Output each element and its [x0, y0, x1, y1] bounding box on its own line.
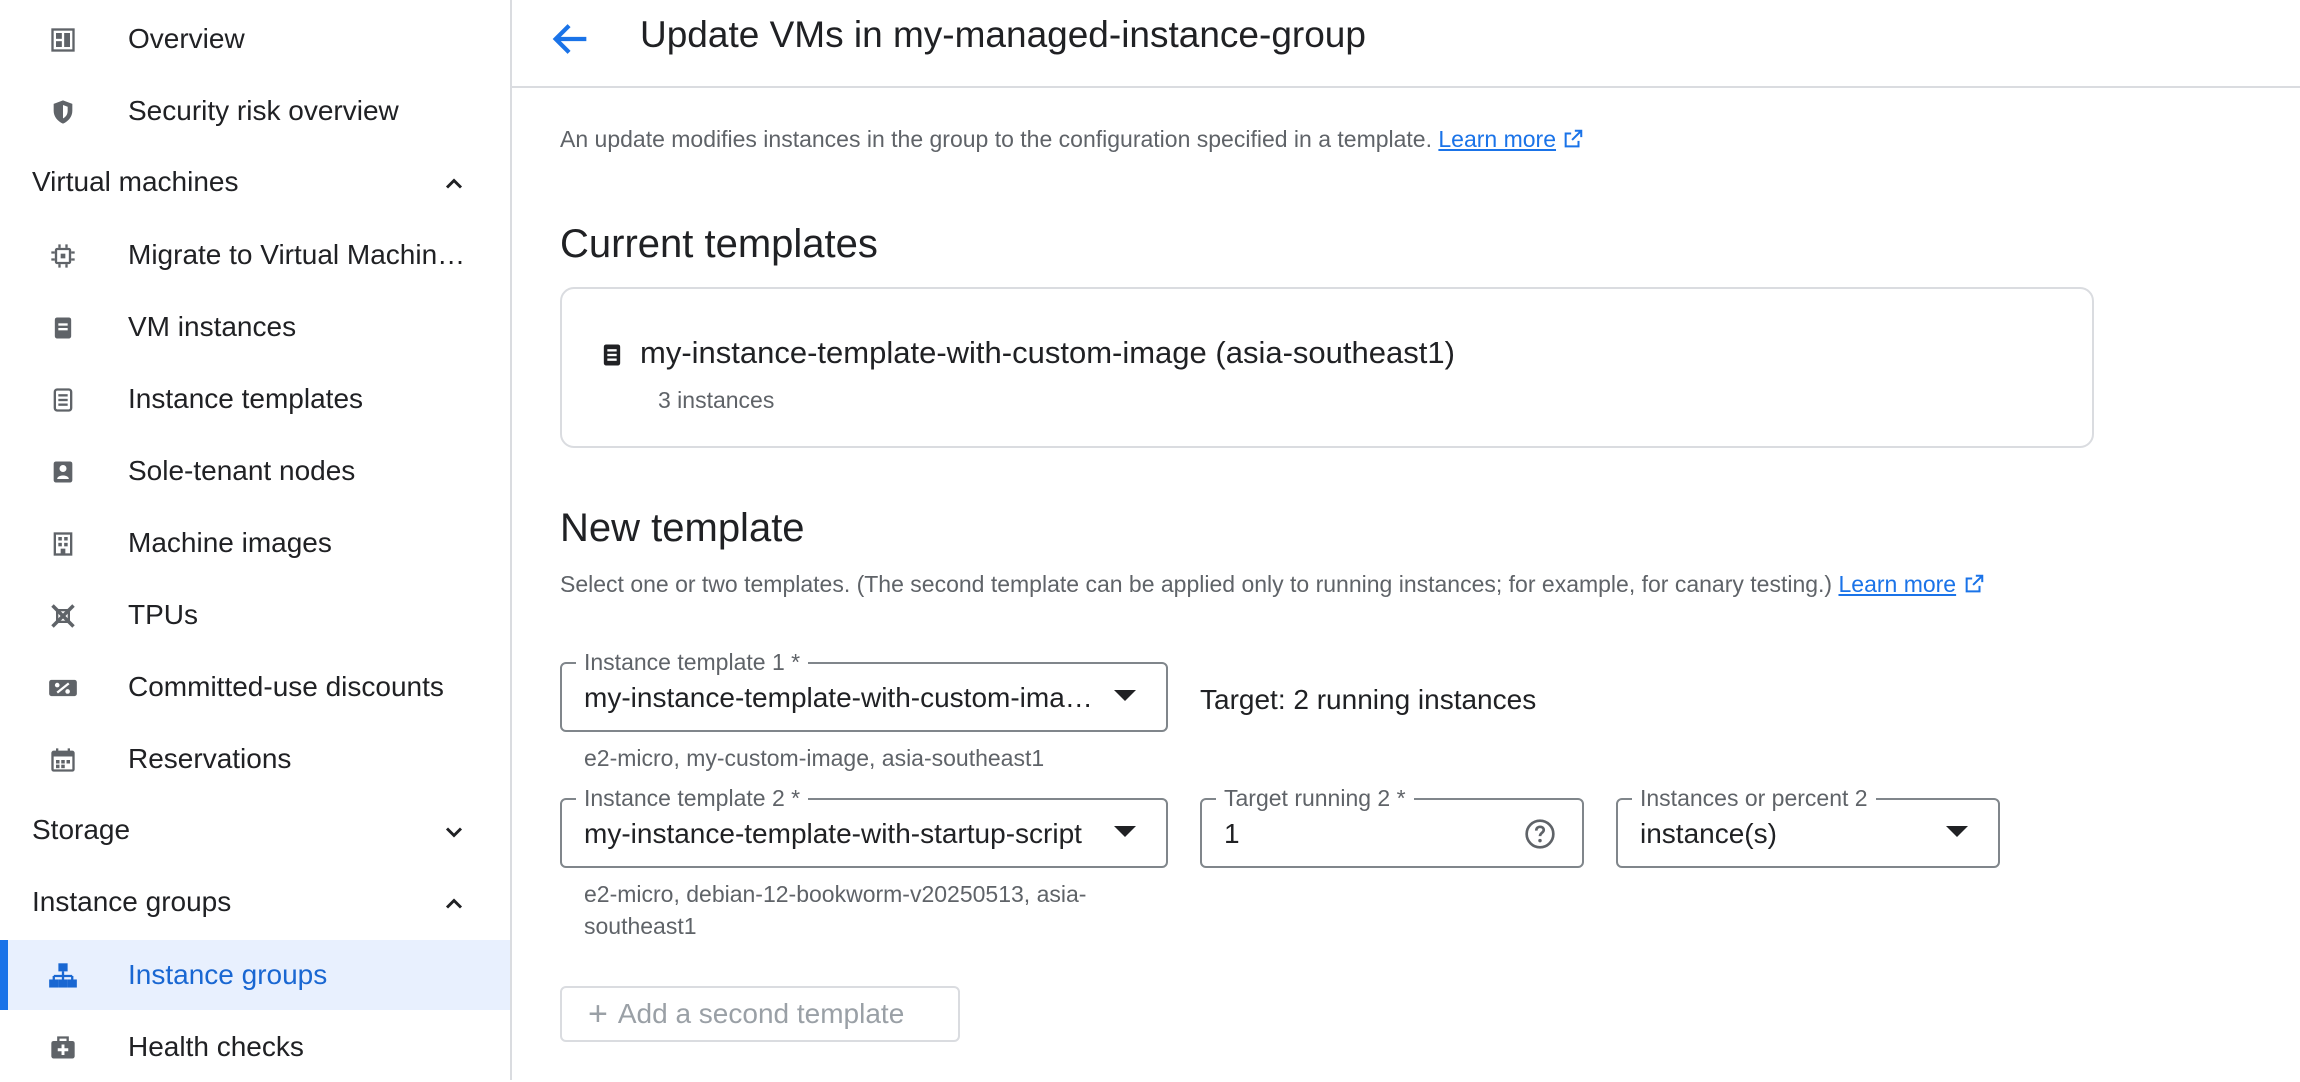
template-icon [48, 385, 78, 415]
sidebar-item-label: Migrate to Virtual Machin… [128, 239, 466, 270]
sidebar-item-label: Health checks [128, 1031, 304, 1062]
dashboard-icon [48, 25, 78, 55]
dropdown-arrow-icon [1946, 826, 1968, 837]
section-storage[interactable]: Storage [0, 796, 510, 866]
sidebar-item-tpus[interactable]: TPUs [0, 580, 510, 650]
chevron-up-icon [440, 170, 468, 198]
new-template-description-text: Select one or two templates. (The second… [560, 571, 1833, 597]
section-virtual-machines[interactable]: Virtual machines [0, 148, 510, 218]
sidebar-item-security-risk-overview[interactable]: Security risk overview [0, 76, 510, 146]
plus-icon: + [588, 995, 608, 1033]
dropdown-arrow-icon [1114, 826, 1136, 837]
help-icon[interactable] [1524, 818, 1556, 850]
field-label: Instance template 2 * [576, 785, 809, 812]
calendar-icon [48, 745, 78, 775]
intro-text: An update modifies instances in the grou… [560, 126, 1584, 153]
section-title: Instance groups [32, 886, 232, 917]
section-title: Storage [32, 814, 131, 845]
sidebar: Overview Security risk overview Virtual … [0, 0, 512, 1080]
page-title: Update VMs in my-managed-instance-group [640, 14, 1366, 55]
field-value: my-instance-template-with-custom-image [584, 682, 1094, 713]
sidebar-item-vm-instances[interactable]: VM instances [0, 292, 510, 362]
sidebar-item-label: Machine images [128, 527, 332, 558]
sidebar-item-label: Overview [128, 23, 245, 54]
field-label: Target running 2 * [1216, 785, 1414, 812]
field-value: 1 [1224, 818, 1240, 849]
target-running-text: Target: 2 running instances [1200, 684, 1537, 715]
machine-image-icon [48, 529, 78, 559]
current-template-name: my-instance-template-with-custom-image (… [640, 335, 1455, 370]
sidebar-item-label: VM instances [128, 311, 297, 342]
add-button-label: Add a second template [617, 998, 905, 1029]
current-template-count: 3 instances [658, 387, 775, 413]
sidebar-item-instance-groups[interactable]: Instance groups [0, 940, 510, 1010]
percent-icon [48, 673, 78, 703]
section-instance-groups[interactable]: Instance groups [0, 868, 510, 938]
sidebar-item-label: Instance groups [128, 959, 328, 990]
sidebar-item-label: Sole-tenant nodes [128, 455, 356, 486]
intro-description: An update modifies instances in the grou… [560, 126, 1432, 152]
sidebar-item-label: TPUs [128, 599, 198, 630]
sidebar-item-sole-tenant-nodes[interactable]: Sole-tenant nodes [0, 436, 510, 506]
section-title: Virtual machines [32, 166, 239, 197]
external-link-icon [1965, 574, 1983, 593]
sidebar-item-committed-use-discounts[interactable]: Committed-use discounts [0, 652, 510, 722]
sidebar-item-label: Security risk overview [128, 95, 399, 126]
external-link-icon [1565, 129, 1583, 148]
dropdown-arrow-icon [1114, 690, 1136, 701]
instance-template-1-select[interactable]: Instance template 1 * my-instance-templa… [560, 649, 1168, 732]
template-2-hint-line: e2-micro, debian-12-bookworm-v20250513, … [584, 881, 1087, 907]
new-template-heading: New template [560, 506, 805, 550]
target-running-2-input[interactable]: Target running 2 * 1 [1200, 785, 1584, 868]
field-value: my-instance-template-with-startup-script [584, 818, 1082, 849]
arrow-back-icon [552, 24, 587, 54]
current-templates-heading: Current templates [560, 222, 878, 266]
add-second-template-button[interactable]: + Add a second template [560, 986, 960, 1042]
learn-more-link[interactable]: Learn more [1438, 126, 1556, 152]
sidebar-item-reservations[interactable]: Reservations [0, 724, 510, 794]
sidebar-item-label: Reservations [128, 743, 292, 774]
instance-template-2-select[interactable]: Instance template 2 * my-instance-templa… [560, 785, 1168, 868]
sidebar-item-label: Instance templates [128, 383, 364, 414]
chevron-up-icon [440, 890, 468, 918]
vm-instance-icon [48, 313, 78, 343]
migrate-chip-icon [48, 241, 78, 271]
template-2-hint-line: southeast1 [584, 913, 697, 939]
sidebar-item-machine-images[interactable]: Machine images [0, 508, 510, 578]
sidebar-item-migrate[interactable]: Migrate to Virtual Machin… [0, 220, 510, 290]
new-template-description: Select one or two templates. (The second… [560, 571, 1985, 598]
learn-more-link[interactable]: Learn more [1838, 571, 1956, 597]
instances-or-percent-2-select[interactable]: Instances or percent 2 instance(s) [1616, 785, 2000, 868]
sidebar-item-overview[interactable]: Overview [0, 4, 510, 74]
field-label: Instance template 1 * [576, 649, 809, 676]
instance-groups-icon [48, 961, 78, 991]
back-button[interactable] [548, 16, 594, 62]
tpu-icon [48, 601, 78, 631]
sole-tenant-icon [48, 457, 78, 487]
template-icon [598, 341, 628, 371]
sidebar-item-health-checks[interactable]: Health checks [0, 1012, 510, 1082]
current-template-card: my-instance-template-with-custom-image (… [560, 287, 2094, 448]
health-check-icon [48, 1033, 78, 1063]
page-header: Update VMs in my-managed-instance-group [512, 0, 2300, 88]
field-value: instance(s) [1640, 818, 1777, 849]
chevron-down-icon [440, 818, 468, 846]
template-1-hint: e2-micro, my-custom-image, asia-southeas… [584, 745, 1045, 771]
template-2-hint: e2-micro, debian-12-bookworm-v20250513, … [584, 878, 1086, 942]
field-label: Instances or percent 2 [1632, 785, 1876, 812]
sidebar-item-label: Committed-use discounts [128, 671, 444, 702]
sidebar-item-instance-templates[interactable]: Instance templates [0, 364, 510, 434]
shield-icon [48, 97, 78, 127]
